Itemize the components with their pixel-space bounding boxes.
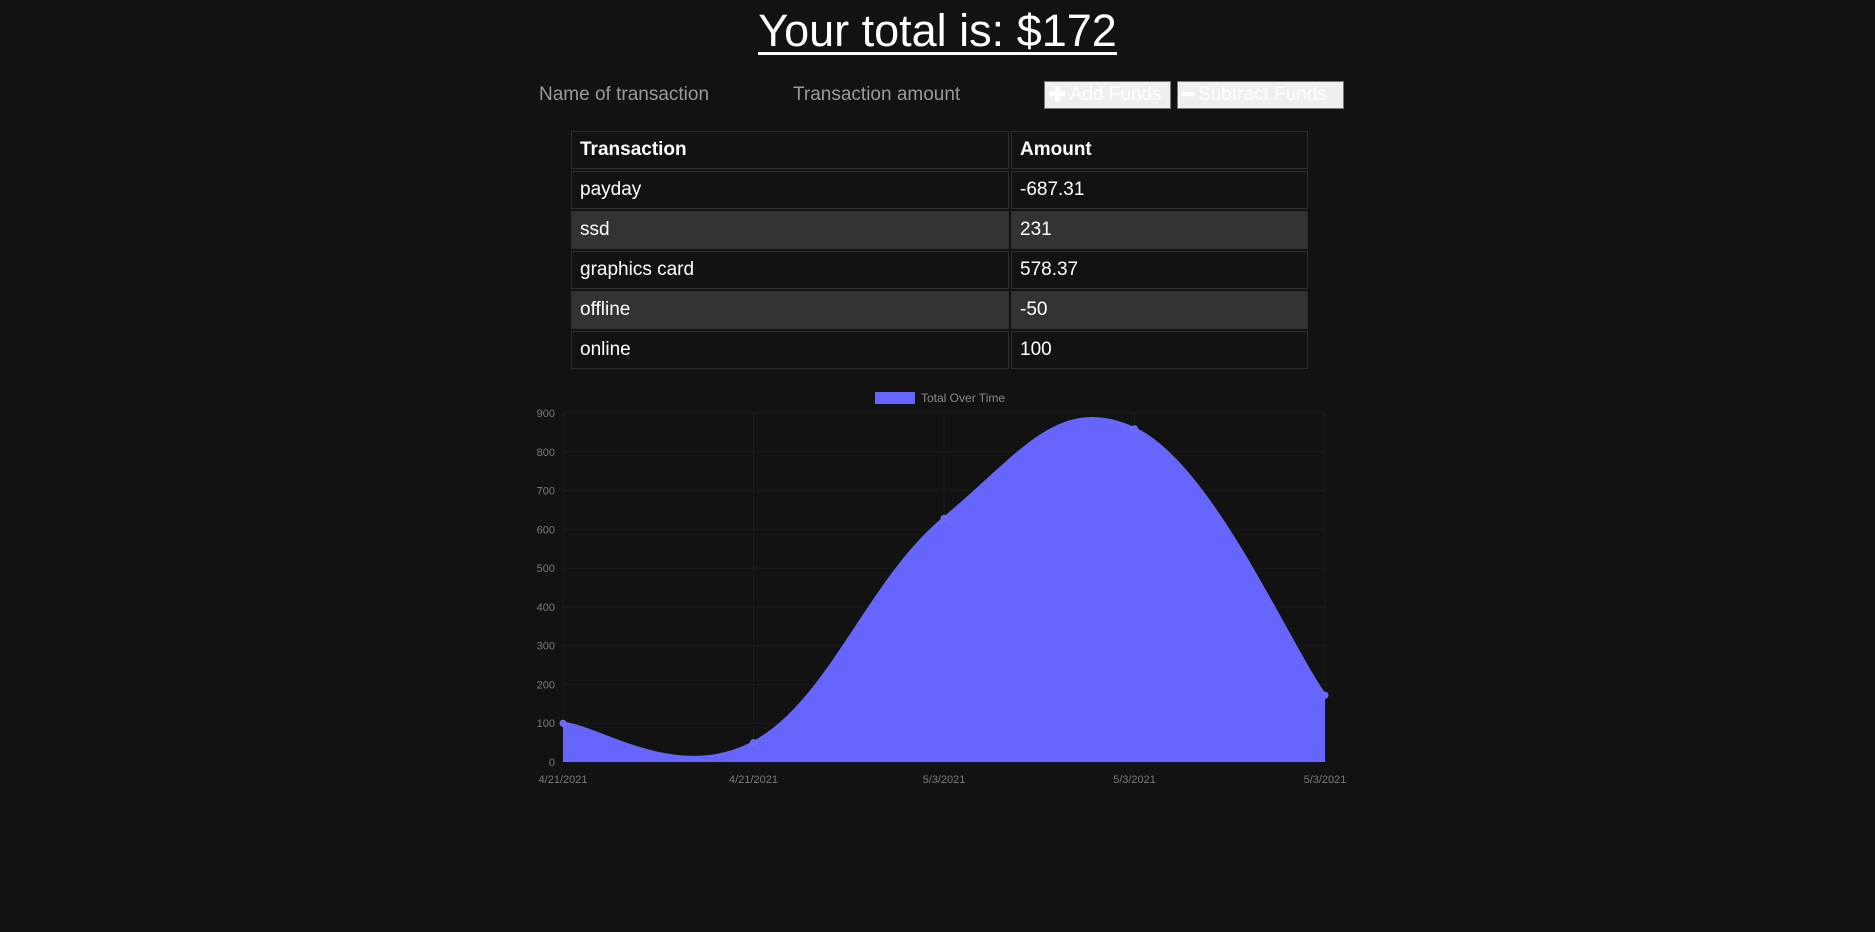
x-tick-label: 5/3/2021: [1113, 774, 1156, 786]
transaction-name-cell: ssd: [571, 211, 1009, 249]
chart-svg: 0 100 200 300 400 500 600 700 800 900 4/21/2021 4/2…: [537, 391, 1347, 786]
total-prefix: Your total is:: [758, 5, 1017, 56]
transaction-amount-cell: 231: [1011, 211, 1308, 249]
minus-icon: ━: [1182, 84, 1195, 106]
transactions-table: Transaction Amount payday -687.31 ssd 23…: [569, 129, 1310, 371]
y-tick-label: 400: [537, 602, 555, 614]
total-heading: Your total is: $172: [0, 2, 1875, 60]
legend-swatch: [875, 392, 915, 404]
y-tick-label: 0: [549, 757, 555, 769]
column-header-amount: Amount: [1011, 131, 1308, 169]
y-tick-label: 100: [537, 718, 555, 730]
transaction-name-cell: offline: [571, 291, 1009, 329]
y-tick-label: 900: [537, 408, 555, 420]
legend-label: Total Over Time: [921, 391, 1005, 405]
subtract-funds-label: Subtract Funds: [1198, 84, 1327, 105]
data-point: [1131, 425, 1138, 433]
x-tick-label: 5/3/2021: [923, 774, 966, 786]
y-tick-label: 800: [537, 447, 555, 459]
data-point: [750, 739, 757, 747]
x-tick-label: 4/21/2021: [729, 774, 778, 786]
add-funds-label: Add Funds: [1069, 84, 1162, 105]
total-value: $172: [1016, 5, 1117, 56]
table-row: online 100: [571, 331, 1308, 369]
page: Your total is: $172 ✚ Add Funds ━ Subtra…: [0, 0, 1875, 932]
column-header-transaction: Transaction: [571, 131, 1009, 169]
transaction-amount-cell: -687.31: [1011, 171, 1308, 209]
table-row: offline -50: [571, 291, 1308, 329]
transaction-amount-cell: 100: [1011, 331, 1308, 369]
add-funds-button[interactable]: ✚ Add Funds: [1044, 81, 1171, 109]
y-tick-label: 500: [537, 563, 555, 575]
y-tick-label: 600: [537, 524, 555, 536]
data-point: [1321, 691, 1329, 699]
x-tick-label: 4/21/2021: [539, 774, 588, 786]
transaction-name-cell: graphics card: [571, 251, 1009, 289]
transaction-form: ✚ Add Funds ━ Subtract Funds: [0, 80, 1875, 110]
total-over-time-chart: 0 100 200 300 400 500 600 700 800 900 4/21/2021 4/2…: [520, 385, 1360, 795]
transaction-amount-cell: 578.37: [1011, 251, 1308, 289]
transaction-name-cell: payday: [571, 171, 1009, 209]
table-row: graphics card 578.37: [571, 251, 1308, 289]
transaction-amount-cell: -50: [1011, 291, 1308, 329]
table-header-row: Transaction Amount: [571, 131, 1308, 169]
plus-icon: ✚: [1049, 84, 1066, 106]
y-tick-label: 200: [537, 679, 555, 691]
table-row: payday -687.31: [571, 171, 1308, 209]
x-tick-label: 5/3/2021: [1304, 774, 1347, 786]
transaction-name-cell: online: [571, 331, 1009, 369]
transaction-amount-input[interactable]: [785, 80, 1025, 110]
y-tick-label: 300: [537, 641, 555, 653]
transaction-name-input[interactable]: [531, 80, 771, 110]
table-row: ssd 231: [571, 211, 1308, 249]
y-tick-label: 700: [537, 486, 555, 498]
data-point: [559, 719, 567, 727]
subtract-funds-button[interactable]: ━ Subtract Funds: [1177, 81, 1344, 109]
data-point: [940, 514, 948, 522]
